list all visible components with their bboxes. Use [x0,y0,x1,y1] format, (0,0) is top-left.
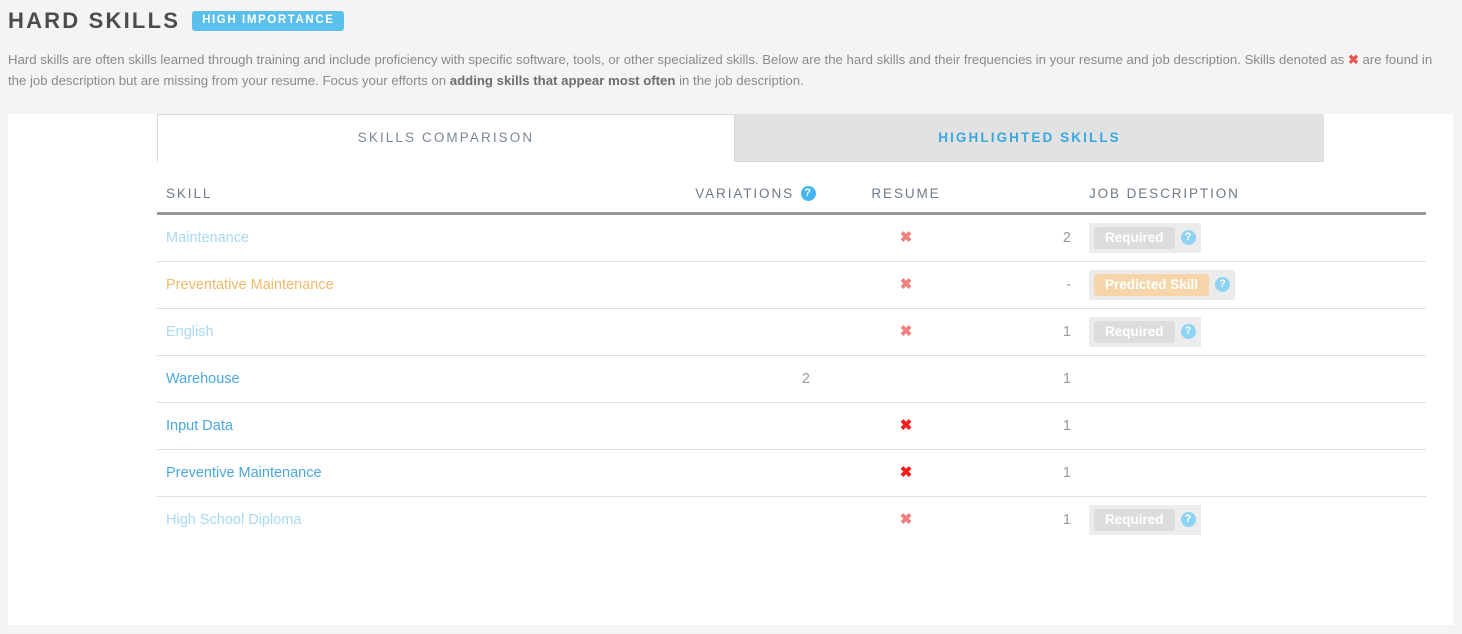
cell-variations [546,496,816,543]
cell-skill: Warehouse [157,355,546,403]
importance-badge: HIGH IMPORTANCE [192,11,344,31]
description-emphasis: adding skills that appear most often [449,73,676,89]
cell-job-description: 1 [996,402,1426,450]
column-header-skill: SKILL [157,161,546,215]
x-mark-icon: ✖ [899,416,913,434]
cell-skill: Preventive Maintenance [157,449,546,497]
skill-name-link[interactable]: Maintenance [166,230,249,246]
skill-name-link[interactable]: High School Diploma [166,512,301,528]
skills-table: SKILL VARIATIONS ? RESUME JOB DESCRIPTIO… [157,161,1426,543]
skills-card: SKILLS COMPARISON HIGHLIGHTED SKILLS SKI… [8,113,1453,625]
variations-header-inner: VARIATIONS ? [695,185,816,201]
status-badge: Required [1094,320,1175,343]
skills-table-head: SKILL VARIATIONS ? RESUME JOB DESCRIPTIO… [157,161,1426,215]
status-badge-group: Predicted Skill? [1089,269,1236,300]
skill-name-link[interactable]: English [166,324,214,340]
cell-resume: ✖ [816,402,996,450]
job-description-wrapper: 2 Required? [996,222,1426,253]
cell-variations [546,308,816,356]
tab-bar: SKILLS COMPARISON HIGHLIGHTED SKILLS [157,113,1324,162]
column-header-job-description: JOB DESCRIPTION [996,161,1426,215]
job-description-count: 1 [1062,464,1071,481]
status-badge: Required [1094,226,1175,249]
cell-skill: High School Diploma [157,496,546,543]
cell-resume: ✖ [816,261,996,309]
cell-job-description: - Predicted Skill? [996,261,1426,309]
column-header-variations: VARIATIONS ? [546,161,816,215]
help-icon[interactable]: ? [1215,277,1231,293]
cell-skill: Preventative Maintenance [157,261,546,309]
cell-resume: ✖ [816,496,996,543]
table-header-row: SKILL VARIATIONS ? RESUME JOB DESCRIPTIO… [157,161,1426,215]
help-icon[interactable]: ? [1180,512,1196,528]
cell-variations [546,449,816,497]
table-row: Preventative Maintenance ✖ - Predicted Skil… [157,261,1426,309]
status-badge-group: Required? [1089,222,1201,253]
job-description-count: 1 [1062,511,1071,528]
cell-skill: English [157,308,546,356]
table-row: Preventive Maintenance ✖ 1 [157,449,1426,497]
job-description-wrapper: 1 Required? [996,504,1426,535]
tab-highlighted-skills[interactable]: HIGHLIGHTED SKILLS [735,113,1324,162]
help-icon[interactable]: ? [1180,324,1196,340]
x-mark-icon: ✖ [899,322,913,340]
skill-name-link[interactable]: Preventive Maintenance [166,465,322,481]
tab-skills-comparison[interactable]: SKILLS COMPARISON [157,113,735,162]
job-description-count: 1 [1062,417,1071,434]
job-description-count: 1 [1062,370,1071,387]
cell-resume [816,355,996,403]
cell-skill: Input Data [157,402,546,450]
table-row: High School Diploma ✖ 1 Required? [157,496,1426,543]
table-row: Input Data ✖ 1 [157,402,1426,450]
table-row: Maintenance ✖ 2 Required? [157,213,1426,262]
job-description-wrapper: - Predicted Skill? [996,269,1426,300]
job-description-count: 2 [1062,229,1071,246]
title-row: HARD SKILLS HIGH IMPORTANCE [8,6,1454,36]
cell-variations: 2 [546,355,816,403]
job-description-wrapper: 1 Required? [996,316,1426,347]
x-mark-icon: ✖ [1347,52,1359,67]
status-badge: Predicted Skill [1094,273,1210,296]
job-description-wrapper: 1 [996,465,1426,481]
help-icon[interactable]: ? [801,185,816,201]
page-title: HARD SKILLS [8,8,181,33]
skill-name-link[interactable]: Input Data [166,418,233,434]
cell-resume: ✖ [816,213,996,262]
x-mark-icon: ✖ [899,463,913,481]
job-description-wrapper: 1 [996,418,1426,434]
cell-variations [546,402,816,450]
cell-skill: Maintenance [157,213,546,262]
column-header-resume: RESUME [816,161,996,215]
section-description: Hard skills are often skills learned thr… [8,49,1454,92]
description-text-part3: in the job description. [675,73,804,89]
job-description-wrapper: 1 [996,371,1426,387]
status-badge: Required [1094,508,1175,531]
skills-table-body: Maintenance ✖ 2 Required? Preventative Maint… [157,213,1426,543]
skill-name-link[interactable]: Warehouse [166,371,240,387]
table-row: English ✖ 1 Required? [157,308,1426,356]
status-badge-group: Required? [1089,316,1201,347]
help-icon[interactable]: ? [1180,230,1196,246]
cell-job-description: 1 Required? [996,308,1426,356]
cell-variations [546,261,816,309]
cell-job-description: 1 Required? [996,496,1426,543]
x-mark-icon: ✖ [899,228,913,246]
column-header-variations-label: VARIATIONS [695,185,794,201]
status-badge-group: Required? [1089,504,1201,535]
cell-job-description: 2 Required? [996,213,1426,262]
x-mark-icon: ✖ [899,275,913,293]
cell-job-description: 1 [996,355,1426,403]
job-description-count: - [1066,276,1071,293]
x-mark-icon: ✖ [899,510,913,528]
cell-job-description: 1 [996,449,1426,497]
page-header: HARD SKILLS HIGH IMPORTANCE Hard skills … [0,0,1462,92]
job-description-count: 1 [1062,323,1071,340]
cell-variations [546,213,816,262]
skill-name-link[interactable]: Preventative Maintenance [166,277,334,293]
table-row: Warehouse 2 1 [157,355,1426,403]
cell-resume: ✖ [816,449,996,497]
description-text-part1: Hard skills are often skills learned thr… [8,52,1348,67]
cell-resume: ✖ [816,308,996,356]
